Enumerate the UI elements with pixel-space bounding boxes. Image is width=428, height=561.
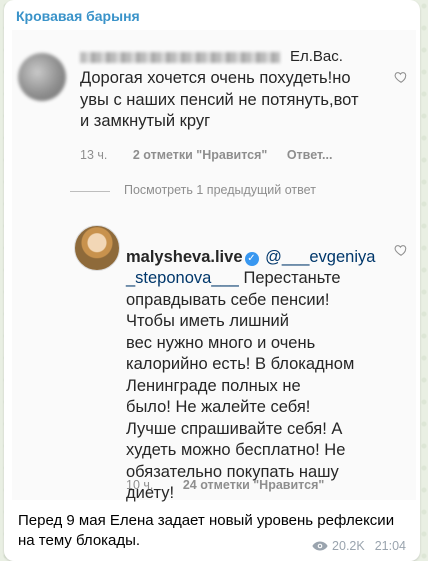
comment1-reply-link: Ответ... — [286, 148, 333, 162]
comment1-likes: 2 отметки "Нравится" — [132, 148, 268, 162]
comment1-text: Дорогая хочется очень похудеть!но увы с … — [80, 69, 359, 130]
embedded-screenshot[interactable]: Ел.Вас. Дорогая хочется очень похудеть!н… — [12, 30, 416, 502]
heart-icon — [394, 245, 407, 256]
comment2-author: malysheva.live — [126, 247, 243, 266]
comment2-time: 10 ч. — [126, 478, 154, 492]
channel-name[interactable]: Кровавая барыня — [16, 8, 140, 24]
comment1-author-tail: Ел.Вас. — [290, 48, 343, 65]
message-meta: 20.2K 21:04 — [312, 539, 406, 553]
message-bubble[interactable]: Кровавая барыня Ел.Вас. Дорогая хочется … — [4, 0, 420, 561]
comment1-time: 13 ч. — [80, 148, 108, 162]
message-time: 21:04 — [374, 539, 406, 553]
author-avatar — [74, 225, 120, 271]
verified-badge-icon: ✓ — [244, 251, 259, 266]
eye-icon — [312, 541, 328, 551]
comment2-block: malysheva.live ✓ @___evgeniya _steponova_… — [126, 225, 406, 505]
comment2-likes: 24 отметки "Нравится" — [182, 478, 325, 492]
blurred-username — [80, 52, 280, 63]
heart-icon — [394, 72, 407, 83]
view-previous-reply: Посмотреть 1 предыдущий ответ — [124, 183, 316, 197]
divider-line — [70, 191, 110, 192]
blurred-avatar — [18, 53, 66, 101]
comment2-text: Перестаньте оправдывать себе пенсии! Что… — [126, 269, 355, 502]
view-count: 20.2K — [332, 539, 365, 553]
